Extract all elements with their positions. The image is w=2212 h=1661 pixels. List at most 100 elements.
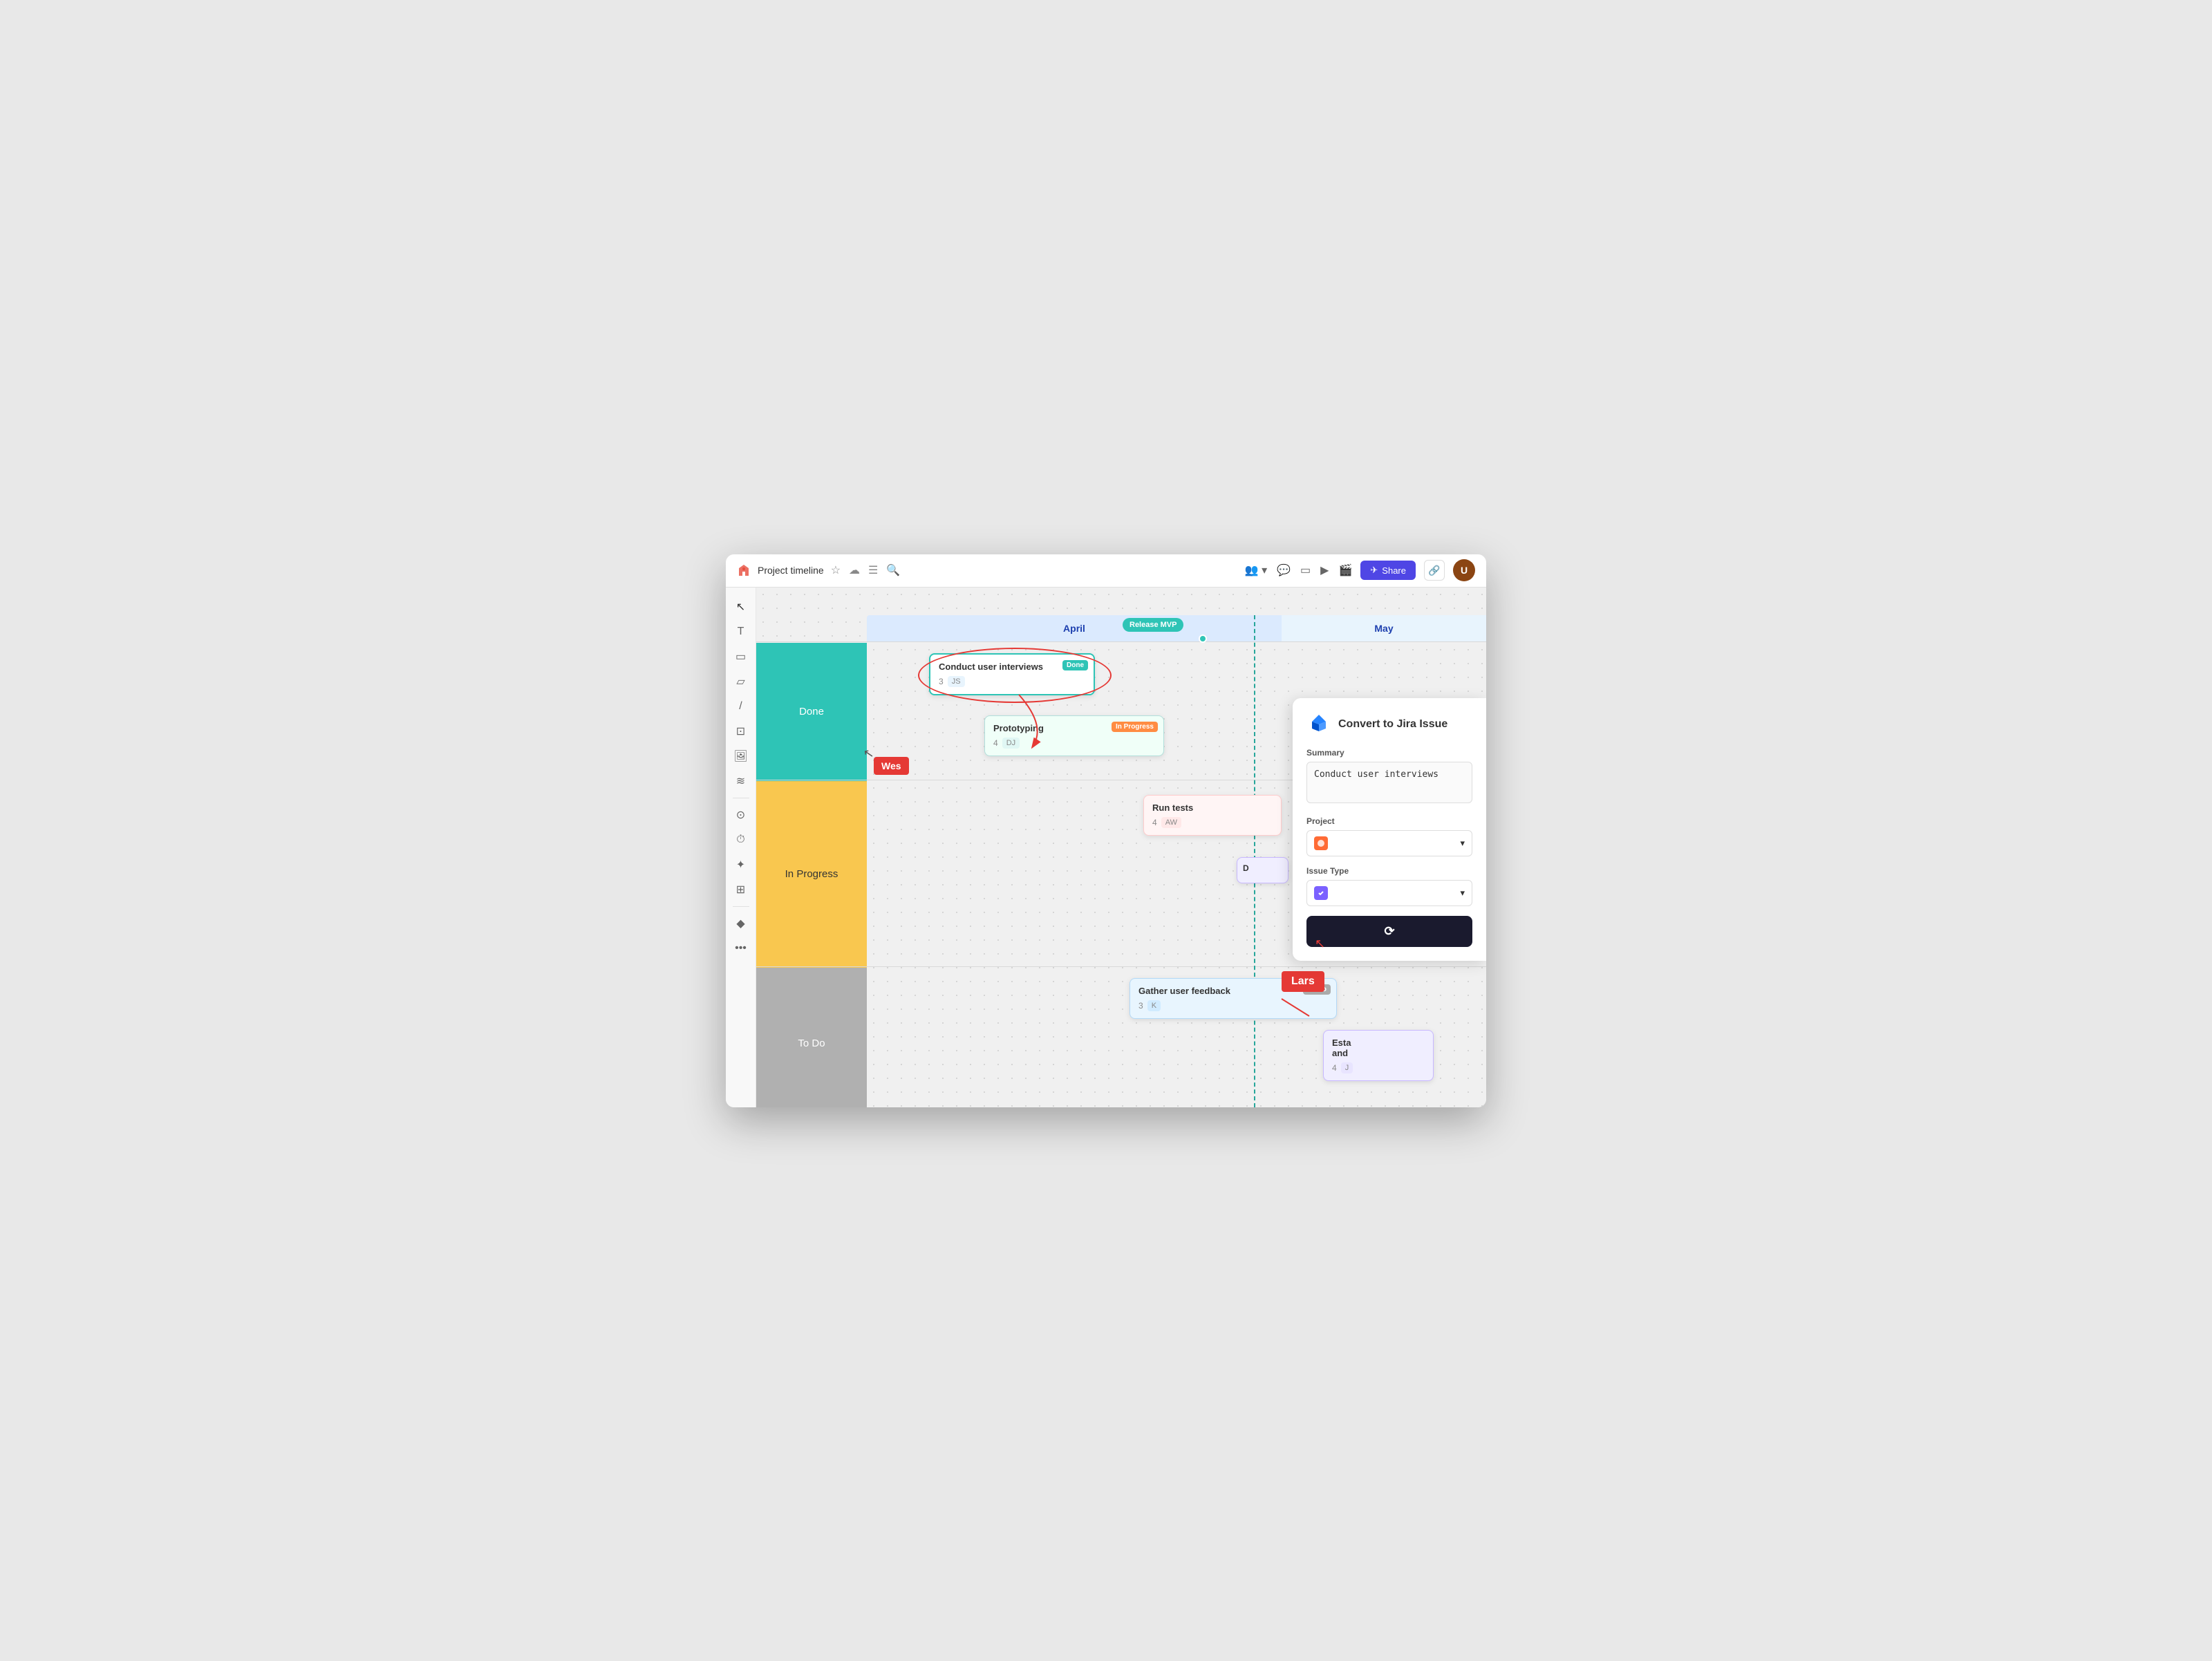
title-bar: Project timeline ☆ ☁ ☰ 🔍 👥 ▾ 💬 ▭ ▶ 🎬 ✈ S… xyxy=(726,554,1486,588)
card-interviews-count: 3 xyxy=(939,677,944,686)
project-icon xyxy=(1314,836,1328,850)
lars-annotation-label: Lars xyxy=(1282,971,1324,992)
present-icon[interactable]: ▭ xyxy=(1300,563,1311,577)
toolbar-icons: 👥 ▾ 💬 ▭ ▶ 🎬 xyxy=(1245,563,1353,577)
jira-panel-header: Convert to Jira Issue xyxy=(1306,712,1472,737)
sidebar-divider-2 xyxy=(733,906,749,907)
jira-panel-title: Convert to Jira Issue xyxy=(1338,718,1447,731)
sidebar-text-tool[interactable]: T xyxy=(730,621,752,643)
status-todo-label: To Do xyxy=(798,1038,825,1049)
app-title: Project timeline xyxy=(758,565,824,576)
card-prototyping-count: 4 xyxy=(993,738,998,748)
share-button[interactable]: ✈ Share xyxy=(1360,561,1416,580)
play-icon[interactable]: ▶ xyxy=(1320,563,1329,577)
title-bar-icons: ☆ ☁ ☰ 🔍 xyxy=(831,563,901,577)
issue-type-select-left xyxy=(1314,886,1344,900)
cursor-pointer-wes: ↖ xyxy=(862,745,875,761)
issue-type-icon xyxy=(1314,886,1328,900)
issue-type-label: Issue Type xyxy=(1306,866,1472,876)
sidebar-pen-tool[interactable]: / xyxy=(730,695,752,717)
issue-type-dropdown-arrow: ▾ xyxy=(1460,888,1465,899)
card-runtests-meta: 4 AW xyxy=(1152,817,1273,828)
link-icon-button[interactable]: 🔗 xyxy=(1424,560,1445,581)
wes-annotation-label: Wes xyxy=(874,757,909,775)
card-esta-assignee: J xyxy=(1341,1062,1353,1073)
card-done-badge: Done xyxy=(1062,660,1088,670)
may-label: May xyxy=(1374,623,1393,634)
card-runtests-count: 4 xyxy=(1152,818,1157,827)
april-label: April xyxy=(1063,623,1085,634)
video-icon[interactable]: 🎬 xyxy=(1338,563,1352,577)
card-esta[interactable]: Estaand 4 J xyxy=(1323,1030,1434,1081)
user-avatar: U xyxy=(1453,559,1475,581)
card-d-title: D xyxy=(1243,863,1282,873)
card-run-tests[interactable]: Run tests 4 AW xyxy=(1143,795,1282,836)
sidebar-shape-tool[interactable]: ▱ xyxy=(730,670,752,693)
card-interviews-assignee: JS xyxy=(948,676,965,687)
cloud-icon[interactable]: ☁ xyxy=(849,563,860,577)
release-mvp-badge: Release MVP xyxy=(1123,618,1183,632)
sidebar-org-tool[interactable]: ✦ xyxy=(730,854,752,876)
status-inprogress-label: In Progress xyxy=(785,868,838,880)
issue-type-select[interactable]: ▾ xyxy=(1306,880,1472,906)
main-content: ↖ T ▭ ▱ / ⊡ 🖼 ≋ ⊙ ⏱ ✦ ⊞ ◆ ••• Done In Pr… xyxy=(726,588,1486,1107)
status-done-row: Done xyxy=(756,643,867,781)
jira-logo-icon xyxy=(1306,712,1331,737)
card-esta-count: 4 xyxy=(1332,1063,1337,1073)
card-runtests-assignee: AW xyxy=(1161,817,1181,828)
sidebar-timer-tool[interactable]: ⏱ xyxy=(730,829,752,851)
project-label: Project xyxy=(1306,816,1472,826)
card-feedback-count: 3 xyxy=(1138,1001,1143,1011)
sidebar-more-tool[interactable]: ••• xyxy=(730,937,752,959)
star-icon[interactable]: ☆ xyxy=(831,563,841,577)
project-select-left xyxy=(1314,836,1344,850)
release-mvp-dot xyxy=(1199,635,1207,643)
card-interviews-meta: 3 JS xyxy=(939,676,1085,687)
app-window: Project timeline ☆ ☁ ☰ 🔍 👥 ▾ 💬 ▭ ▶ 🎬 ✈ S… xyxy=(726,554,1486,1107)
sidebar-diamond-tool[interactable]: ◆ xyxy=(730,912,752,935)
summary-label: Summary xyxy=(1306,748,1472,758)
sidebar-table-tool[interactable]: ≋ xyxy=(730,770,752,792)
card-d[interactable]: D xyxy=(1237,857,1288,883)
card-prototyping-assignee: DJ xyxy=(1002,738,1020,749)
sidebar-image-tool[interactable]: 🖼 xyxy=(730,745,752,767)
cursor-near-convert: ↖ xyxy=(1315,937,1325,951)
comment-icon[interactable]: 💬 xyxy=(1277,563,1291,577)
convert-button[interactable]: ⟳ xyxy=(1306,916,1472,947)
project-select[interactable]: ▾ xyxy=(1306,830,1472,856)
card-prototyping[interactable]: In Progress Prototyping 4 DJ xyxy=(984,715,1164,756)
search-icon[interactable]: 🔍 xyxy=(886,563,900,577)
card-esta-title: Estaand xyxy=(1332,1038,1425,1058)
people-icon[interactable]: 👥 ▾ xyxy=(1245,563,1267,577)
may-header: May xyxy=(1282,615,1486,641)
convert-refresh-icon: ⟳ xyxy=(1384,924,1394,939)
card-esta-meta: 4 J xyxy=(1332,1062,1425,1073)
card-runtests-title: Run tests xyxy=(1152,803,1273,813)
title-bar-right: 👥 ▾ 💬 ▭ ▶ 🎬 ✈ Share 🔗 U xyxy=(1245,559,1475,581)
sidebar-frame-tool[interactable]: ▭ xyxy=(730,646,752,668)
card-conduct-interviews[interactable]: Done Conduct user interviews 3 JS xyxy=(929,653,1095,695)
status-inprogress-row: In Progress xyxy=(756,781,867,968)
share-icon: ✈ xyxy=(1370,565,1378,576)
oval-annotation xyxy=(918,648,1112,703)
app-logo-icon xyxy=(737,563,751,577)
sidebar-apps-tool[interactable]: ⊞ xyxy=(730,879,752,901)
sidebar-grid-tool[interactable]: ⊡ xyxy=(730,720,752,742)
card-inprogress-badge: In Progress xyxy=(1112,722,1158,732)
sidebar-select-tool[interactable]: ↖ xyxy=(730,596,752,618)
card-feedback-meta: 3 K xyxy=(1138,1000,1328,1011)
title-bar-left: Project timeline ☆ ☁ ☰ 🔍 xyxy=(737,563,1237,577)
april-header: April xyxy=(867,615,1282,641)
status-done-label: Done xyxy=(799,706,824,717)
card-feedback-assignee: K xyxy=(1147,1000,1161,1011)
sidebar-connections-tool[interactable]: ⊙ xyxy=(730,804,752,826)
project-dropdown-arrow: ▾ xyxy=(1460,838,1465,849)
summary-input[interactable]: Conduct user interviews xyxy=(1306,762,1472,803)
grid-line-1 xyxy=(756,641,1486,642)
card-prototyping-meta: 4 DJ xyxy=(993,738,1155,749)
canvas-area: Done In Progress To Do April May xyxy=(756,588,1486,1107)
grid-line-3 xyxy=(756,966,1486,967)
left-sidebar: ↖ T ▭ ▱ / ⊡ 🖼 ≋ ⊙ ⏱ ✦ ⊞ ◆ ••• xyxy=(726,588,756,1107)
menu-icon[interactable]: ☰ xyxy=(868,563,878,577)
status-todo-row: To Do xyxy=(756,968,867,1107)
